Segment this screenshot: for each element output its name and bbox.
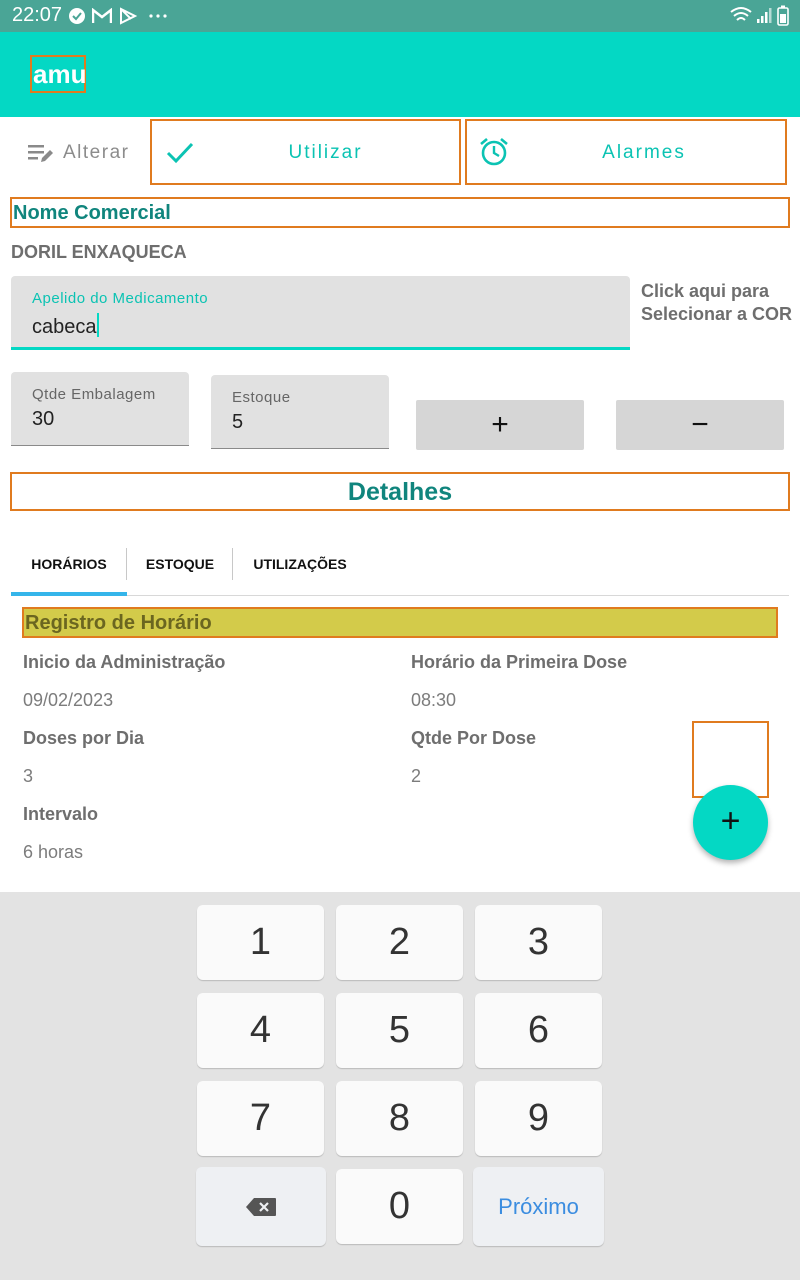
alarmes-label: Alarmes [602, 142, 686, 163]
edit-list-icon [28, 145, 53, 162]
tab-horarios[interactable]: HORÁRIOS [11, 540, 127, 596]
key-9[interactable]: 9 [475, 1081, 602, 1156]
app-bar: amu [0, 32, 800, 117]
key-2[interactable]: 2 [336, 905, 463, 980]
qtde-embalagem-field[interactable]: Qtde Embalagem 30 [11, 372, 189, 446]
cor-hint-line1: Click aqui para [641, 281, 770, 301]
backspace-icon [246, 1198, 276, 1216]
qtde-dose-label: Qtde Por Dose [411, 728, 537, 748]
check-circle-icon [69, 8, 85, 24]
stock-plus-button[interactable]: + [416, 400, 584, 450]
status-time: 22:07 [12, 4, 63, 26]
key-7[interactable]: 7 [197, 1081, 324, 1156]
estoque-label: Estoque [232, 389, 291, 406]
apelido-field[interactable]: Apelido do Medicamento cabeca [11, 276, 630, 350]
stock-minus-button[interactable]: − [616, 400, 784, 450]
key-6[interactable]: 6 [475, 993, 602, 1068]
key-8[interactable]: 8 [336, 1081, 463, 1156]
estoque-field[interactable]: Estoque 5 [211, 375, 389, 449]
backspace-key[interactable] [196, 1167, 326, 1246]
tab-utilizacoes[interactable]: UTILIZAÇÕES [233, 540, 367, 596]
key-1[interactable]: 1 [197, 905, 324, 980]
nome-comercial-value: DORIL ENXAQUECA [11, 242, 187, 262]
tab-estoque[interactable]: ESTOQUE [127, 540, 233, 596]
play-store-icon [120, 7, 137, 25]
key-4[interactable]: 4 [197, 993, 324, 1068]
nome-comercial-heading: Nome Comercial [10, 197, 790, 228]
key-3[interactable]: 3 [475, 905, 602, 980]
doses-label: Doses por Dia [23, 728, 145, 748]
estoque-value: 5 [232, 411, 244, 433]
alterar-label: Alterar [63, 142, 130, 163]
app-title: amu [30, 55, 86, 93]
gmail-icon [92, 8, 112, 23]
key-0[interactable]: 0 [336, 1169, 463, 1244]
inicio-label: Inicio da Administração [23, 652, 226, 672]
primeira-dose-value[interactable]: 08:30 [411, 690, 456, 711]
selecionar-cor-button[interactable]: Click aqui para Selecionar a COR [641, 280, 796, 326]
cor-hint-line2: Selecionar a COR [641, 304, 793, 324]
apelido-label: Apelido do Medicamento [32, 290, 209, 307]
utilizar-label: Utilizar [288, 142, 363, 163]
more-dots-icon [149, 14, 167, 18]
qtde-embalagem-value: 30 [32, 408, 55, 430]
status-bar: 22:07 [0, 0, 800, 32]
doses-value[interactable]: 3 [23, 766, 33, 787]
qtde-embalagem-label: Qtde Embalagem [32, 386, 156, 403]
details-tab-bar: HORÁRIOS ESTOQUE UTILIZAÇÕES [11, 540, 789, 596]
alterar-button[interactable]: Alterar [26, 137, 146, 169]
registro-heading: Registro de Horário [22, 607, 778, 638]
apelido-value: cabeca [32, 316, 97, 338]
text-cursor [96, 313, 99, 337]
intervalo-label: Intervalo [23, 804, 99, 824]
next-key[interactable]: Próximo [473, 1167, 604, 1246]
apelido-input[interactable]: cabeca [32, 313, 99, 339]
key-5[interactable]: 5 [336, 993, 463, 1068]
add-fab-button[interactable]: + [693, 785, 768, 860]
numeric-keyboard: 1 2 3 4 5 6 7 8 9 0 Próximo [0, 892, 800, 1280]
intervalo-value[interactable]: 6 horas [23, 842, 83, 863]
detalhes-heading: Detalhes [10, 472, 790, 511]
inicio-value[interactable]: 09/02/2023 [23, 690, 113, 711]
alarmes-button[interactable]: Alarmes [465, 119, 787, 185]
wifi-icon [730, 7, 752, 21]
primeira-dose-label: Horário da Primeira Dose [411, 652, 628, 672]
signal-icon [757, 8, 772, 23]
battery-icon [777, 5, 789, 26]
utilizar-button[interactable]: Utilizar [150, 119, 461, 185]
qtde-dose-value[interactable]: 2 [411, 766, 421, 787]
